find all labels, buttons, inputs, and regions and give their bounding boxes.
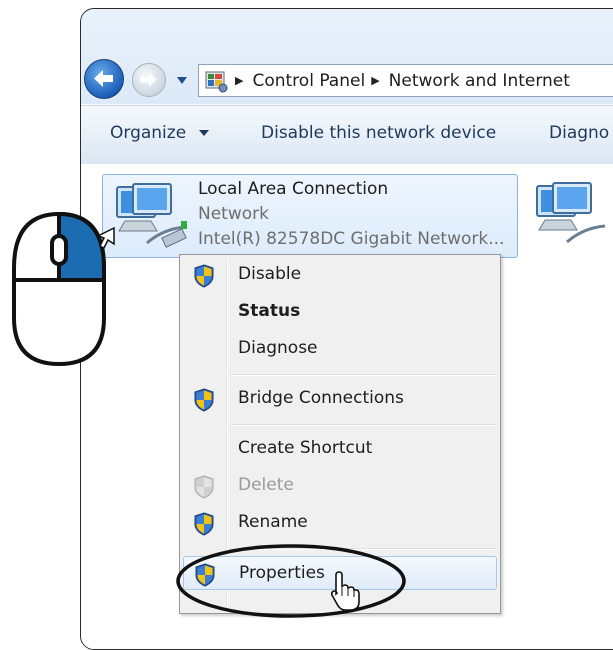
connection-device: Intel(R) 82578DC Gigabit Network...	[198, 229, 505, 249]
uac-shield-icon	[194, 264, 214, 288]
uac-shield-icon	[194, 388, 214, 412]
menu-label-status: Status	[238, 301, 301, 321]
menu-label-disable: Disable	[238, 264, 302, 284]
menu-separator	[230, 424, 496, 426]
connection-title: Local Area Connection	[198, 179, 389, 199]
hand-cursor-icon	[330, 571, 360, 611]
breadcrumb-separator[interactable]: ▶	[235, 74, 243, 87]
breadcrumb-control-panel[interactable]: Control Panel	[252, 71, 365, 91]
menu-item-delete: Delete	[183, 469, 497, 503]
address-bar[interactable]: ▶ Control Panel ▶ Network and Internet	[198, 64, 613, 97]
connection-status: Network	[198, 204, 269, 224]
title-bar: ▶ Control Panel ▶ Network and Internet	[81, 9, 613, 104]
menu-label-create-shortcut: Create Shortcut	[238, 438, 373, 458]
arrow-right-icon	[140, 72, 157, 87]
menu-item-create-shortcut[interactable]: Create Shortcut	[183, 432, 497, 466]
menu-label-bridge-connections: Bridge Connections	[238, 388, 404, 408]
forward-button[interactable]	[132, 63, 166, 97]
network-computer-icon[interactable]	[533, 180, 613, 254]
pointer-cursor-icon	[96, 226, 115, 250]
menu-item-disable[interactable]: Disable	[183, 258, 497, 292]
menu-label-delete: Delete	[238, 475, 294, 495]
uac-shield-icon	[194, 475, 214, 499]
menu-item-bridge-connections[interactable]: Bridge Connections	[183, 382, 497, 416]
chevron-down-icon	[198, 130, 209, 136]
menu-label-diagnose: Diagnose	[238, 338, 318, 358]
menu-item-rename[interactable]: Rename	[183, 506, 497, 540]
recent-pages-dropdown[interactable]	[175, 74, 189, 86]
disable-network-device-button[interactable]: Disable this network device	[261, 123, 496, 143]
breadcrumb-network-and-internet[interactable]: Network and Internet	[389, 71, 570, 91]
control-panel-icon	[205, 71, 228, 92]
back-button[interactable]	[84, 59, 124, 99]
menu-separator	[230, 374, 496, 376]
command-bar: Organize Disable this network device Dia…	[81, 105, 613, 165]
organize-button[interactable]: Organize	[110, 123, 210, 143]
highlight-oval	[176, 544, 406, 618]
organize-label: Organize	[110, 123, 187, 143]
uac-shield-icon	[194, 512, 214, 536]
network-computer-icon	[116, 183, 187, 248]
menu-label-rename: Rename	[238, 512, 308, 532]
connection-item-local-area[interactable]: Local Area Connection Network Intel(R) 8…	[102, 174, 518, 258]
breadcrumb-separator[interactable]: ▶	[371, 74, 379, 87]
menu-item-status[interactable]: Status	[183, 295, 497, 329]
diagnose-button[interactable]: Diagno	[549, 123, 609, 143]
arrow-left-icon	[94, 70, 113, 87]
menu-item-diagnose[interactable]: Diagnose	[183, 332, 497, 366]
